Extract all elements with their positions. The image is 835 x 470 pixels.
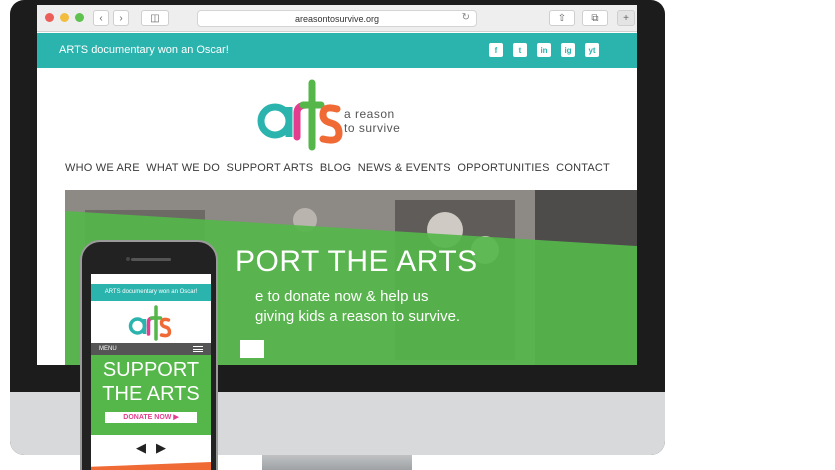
nav-item-contact[interactable]: CONTACT — [556, 162, 610, 180]
announcement-text[interactable]: ARTS documentary won an Oscar! — [59, 44, 229, 56]
phone-screen: ARTS documentary won an Oscar! MENU SUPP… — [91, 274, 211, 470]
donate-button[interactable] — [240, 340, 264, 358]
imac-stand — [262, 455, 412, 470]
hero-text-line2: giving kids a reason to survive. — [255, 308, 461, 325]
phone-device: ARTS documentary won an Oscar! MENU SUPP… — [80, 240, 218, 470]
phone-hero: SUPPORT THE ARTS DONATE NOW ▶ — [91, 355, 211, 435]
nav-item-what-we-do[interactable]: WHAT WE DO — [146, 162, 220, 180]
main-nav: WHO WE ARE WHAT WE DO SUPPORT ARTS BLOG … — [65, 162, 610, 180]
nav-item-who-we-are[interactable]: WHO WE ARE — [65, 162, 140, 180]
nav-item-opportunities[interactable]: OPPORTUNITIES — [457, 162, 549, 180]
phone-menu-bar[interactable]: MENU — [91, 343, 211, 355]
back-button[interactable]: ‹ — [93, 10, 109, 26]
phone-carousel-controls: ◀ ▶ — [91, 440, 211, 458]
url-text: areasontosurvive.org — [294, 13, 380, 24]
reload-icon[interactable]: ↻ — [462, 12, 470, 23]
hamburger-icon[interactable] — [193, 346, 203, 352]
announcement-bar: ARTS documentary won an Oscar! f t in ig… — [37, 33, 637, 68]
plus-icon: + — [623, 12, 629, 24]
hero-title: PORT THE ARTS — [235, 245, 478, 278]
stage: ‹ › ◫ areasontosurvive.org ↻ ⇧ ⧉ + ARTS … — [0, 0, 835, 470]
phone-orange-band — [91, 462, 211, 470]
phone-arts-logo[interactable] — [123, 303, 179, 343]
tabs-icon: ⧉ — [591, 12, 599, 24]
next-arrow-icon[interactable]: ▶ — [156, 440, 166, 458]
forward-button[interactable]: › — [113, 10, 129, 26]
chevron-left-icon: ‹ — [99, 12, 103, 24]
share-button[interactable]: ⇧ — [549, 10, 575, 26]
browser-toolbar: ‹ › ◫ areasontosurvive.org ↻ ⇧ ⧉ + — [37, 5, 637, 32]
speaker-grille — [131, 258, 171, 261]
zoom-window-button[interactable] — [75, 13, 84, 22]
chevron-right-icon: › — [119, 12, 123, 24]
hero-text-line1: e to donate now & help us — [255, 288, 429, 305]
logo-tagline: a reason to survive — [344, 107, 401, 135]
phone-hero-title-line1: SUPPORT — [102, 359, 200, 381]
prev-arrow-icon[interactable]: ◀ — [136, 440, 146, 458]
phone-donate-button[interactable]: DONATE NOW ▶ — [105, 412, 197, 423]
instagram-icon[interactable]: ig — [561, 43, 575, 57]
tabs-button[interactable]: ⧉ — [582, 10, 608, 26]
facebook-icon[interactable]: f — [489, 43, 503, 57]
sidebar-icon: ◫ — [150, 12, 160, 24]
close-window-button[interactable] — [45, 13, 54, 22]
nav-item-support-arts[interactable]: SUPPORT ARTS — [227, 162, 314, 180]
address-bar[interactable]: areasontosurvive.org ↻ — [197, 10, 477, 27]
nav-item-news-events[interactable]: NEWS & EVENTS — [358, 162, 451, 180]
sidebar-button[interactable]: ◫ — [141, 10, 169, 26]
phone-hero-title-line2: THE ARTS — [102, 383, 200, 405]
minimize-window-button[interactable] — [60, 13, 69, 22]
share-icon: ⇧ — [557, 12, 567, 24]
linkedin-icon[interactable]: in — [537, 43, 551, 57]
phone-announcement-bar[interactable]: ARTS documentary won an Oscar! — [91, 284, 211, 301]
camera-icon — [126, 257, 130, 261]
phone-menu-label: MENU — [99, 346, 117, 352]
twitter-icon[interactable]: t — [513, 43, 527, 57]
nav-item-blog[interactable]: BLOG — [320, 162, 351, 180]
arts-logo[interactable] — [257, 75, 347, 155]
youtube-icon[interactable]: yt — [585, 43, 599, 57]
new-tab-button[interactable]: + — [617, 10, 635, 26]
